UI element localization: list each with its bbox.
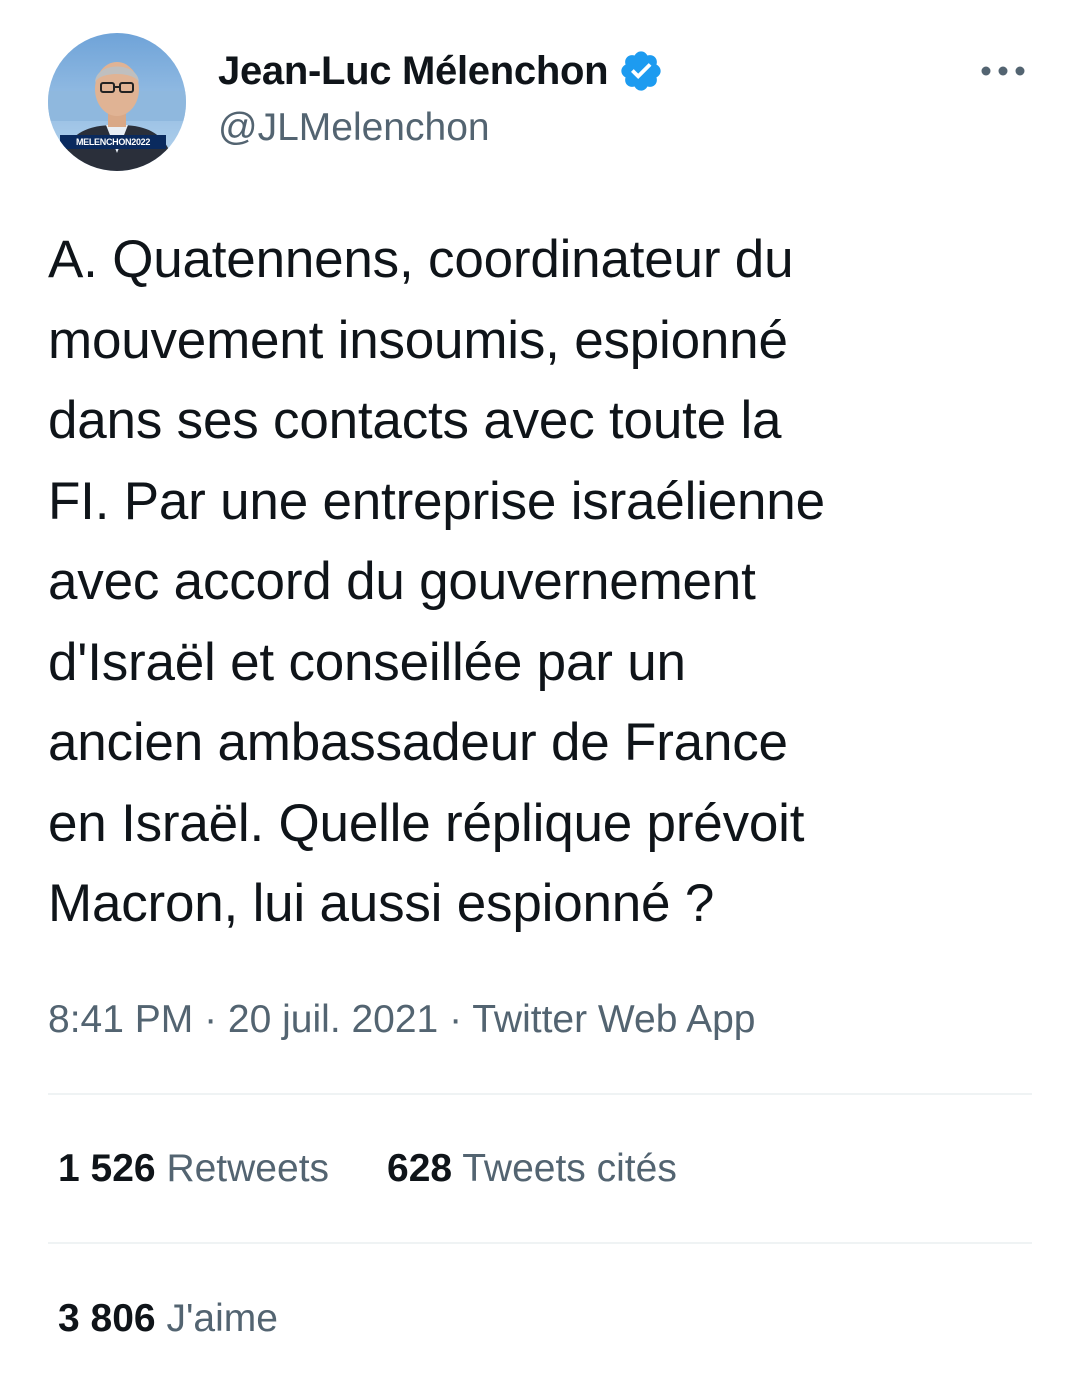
quotes-count: 628 xyxy=(387,1147,453,1190)
tweet-metadata: 8:41 PM · 20 juil. 2021 · Twitter Web Ap… xyxy=(48,993,755,1047)
quotes-label: Tweets cités xyxy=(462,1147,677,1190)
author-handle[interactable]: @JLMelenchon xyxy=(218,106,490,150)
author-name[interactable]: Jean-Luc Mélenchon xyxy=(218,49,609,94)
tweet-text: A. Quatennens, coordinateur du mouvement… xyxy=(48,230,825,933)
likes-count: 3 806 xyxy=(58,1297,156,1340)
retweets-stat[interactable]: 1 526 Retweets xyxy=(58,1139,329,1199)
likes-stat[interactable]: 3 806 J'aime xyxy=(58,1289,278,1349)
retweet-stats-row: 1 526 Retweets 628 Tweets cités xyxy=(58,1139,735,1199)
avatar-image xyxy=(48,33,186,171)
meta-separator: · xyxy=(438,998,473,1041)
author-name-row: Jean-Luc Mélenchon xyxy=(218,44,664,98)
tweet-source[interactable]: Twitter Web App xyxy=(472,998,755,1041)
likes-label: J'aime xyxy=(166,1297,278,1340)
retweets-label: Retweets xyxy=(166,1147,330,1190)
divider xyxy=(48,1242,1032,1244)
meta-separator: · xyxy=(193,998,228,1041)
verified-badge-icon xyxy=(618,48,664,94)
quotes-stat[interactable]: 628 Tweets cités xyxy=(387,1139,677,1199)
tweet-date[interactable]: 20 juil. 2021 xyxy=(228,998,438,1041)
avatar-banner-text: MELENCHON2022 xyxy=(75,137,151,147)
retweets-count: 1 526 xyxy=(58,1147,156,1190)
tweet-time[interactable]: 8:41 PM xyxy=(48,998,193,1041)
avatar[interactable]: MELENCHON2022 xyxy=(48,33,186,171)
more-options-icon[interactable] xyxy=(977,52,1029,90)
divider xyxy=(48,1093,1032,1095)
likes-stats-row: 3 806 J'aime xyxy=(58,1289,336,1349)
